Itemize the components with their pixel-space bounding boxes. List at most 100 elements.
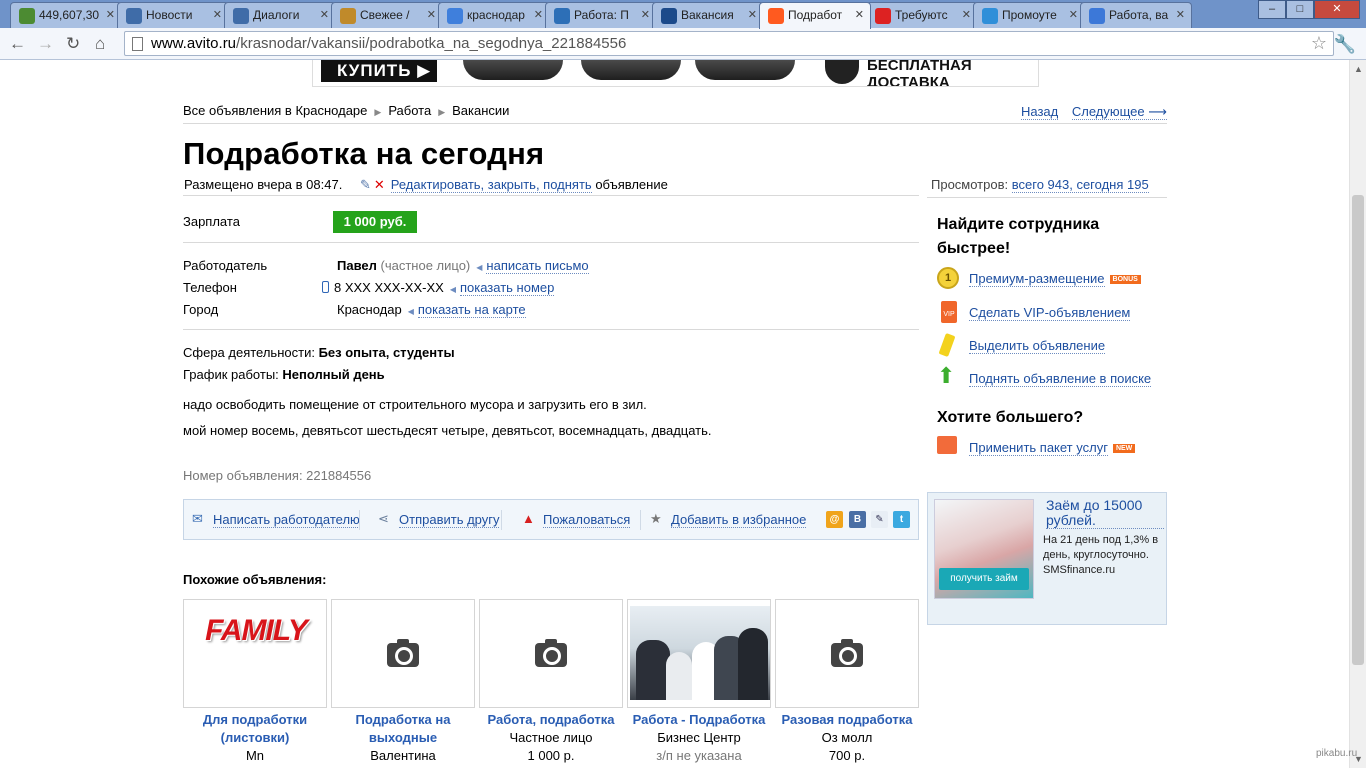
tab-favicon-icon bbox=[340, 8, 356, 24]
url-path: /krasnodar/vakansii/podrabotka_na_segodn… bbox=[236, 35, 627, 52]
breadcrumb-item[interactable]: Вакансии bbox=[452, 103, 509, 118]
browser-tab[interactable]: 449,607,30 ✕ bbox=[10, 2, 122, 28]
premium-placement-item[interactable]: 1 Премиум-размещение BONUS bbox=[937, 267, 1141, 289]
scroll-up-icon[interactable]: ▲ bbox=[1354, 64, 1363, 74]
similar-card-title[interactable]: Подработка на bbox=[329, 711, 477, 729]
tab-favicon-icon bbox=[982, 8, 998, 24]
back-arrow-icon[interactable]: ← bbox=[9, 34, 26, 54]
address-bar[interactable]: www.avito.ru/krasnodar/vakansii/podrabot… bbox=[124, 31, 1334, 56]
package-link[interactable]: Применить пакет услуг bbox=[969, 440, 1108, 456]
breadcrumb-item[interactable]: Работа bbox=[388, 103, 431, 118]
tab-close-icon[interactable]: ✕ bbox=[1176, 8, 1185, 21]
bookmark-star-icon[interactable]: ☆ bbox=[1311, 33, 1327, 54]
raise-item[interactable]: ⬆ Поднять объявление в поиске bbox=[937, 365, 1152, 387]
vertical-scrollbar[interactable]: ▲ ▼ bbox=[1349, 60, 1366, 768]
highlight-link[interactable]: Выделить объявление bbox=[969, 338, 1106, 354]
home-icon[interactable]: ⌂ bbox=[95, 34, 105, 54]
employer-type: (частное лицо) bbox=[380, 258, 471, 273]
similar-card-image[interactable] bbox=[331, 599, 475, 708]
show-on-map-link[interactable]: показать на карте bbox=[417, 302, 526, 318]
browser-tab[interactable]: Работа, ва ✕ bbox=[1080, 2, 1192, 28]
similar-card-image[interactable] bbox=[775, 599, 919, 708]
loan-ad[interactable]: получить займ Заём до 15000 рублей. На 2… bbox=[927, 492, 1167, 625]
ad-number: Номер объявления: 221884556 bbox=[183, 468, 372, 483]
similar-card-title[interactable]: Работа - Подработка bbox=[625, 711, 773, 729]
browser-tab[interactable]: Свежее / ✕ bbox=[331, 2, 443, 28]
loan-ad-title[interactable]: Заём до 15000 рублей. bbox=[1046, 498, 1164, 529]
similar-card-title[interactable]: (листовки) bbox=[181, 729, 329, 747]
tab-close-icon[interactable]: ✕ bbox=[1069, 8, 1078, 21]
tab-close-icon[interactable]: ✕ bbox=[534, 8, 543, 21]
share-action[interactable]: ⋖ Отправить другу bbox=[378, 511, 500, 528]
tab-close-icon[interactable]: ✕ bbox=[427, 8, 436, 21]
livejournal-icon[interactable]: ✎ bbox=[871, 511, 888, 528]
star-icon: ★ bbox=[650, 511, 662, 526]
forward-arrow-icon[interactable]: → bbox=[37, 34, 54, 54]
tab-close-icon[interactable]: ✕ bbox=[213, 8, 222, 21]
similar-card-image[interactable] bbox=[479, 599, 623, 708]
highlight-item[interactable]: Выделить объявление bbox=[938, 332, 1106, 358]
favorite-action[interactable]: ★ Добавить в избранное bbox=[650, 511, 807, 528]
mailru-icon[interactable]: @ bbox=[826, 511, 843, 528]
similar-card-title[interactable]: Для подработки bbox=[181, 711, 329, 729]
shoe-image bbox=[581, 60, 681, 80]
maximize-button[interactable]: □ bbox=[1286, 0, 1314, 19]
tab-close-icon[interactable]: ✕ bbox=[962, 8, 971, 21]
up-arrow-icon: ⬆ bbox=[937, 363, 956, 388]
edit-link[interactable]: Редактировать, закрыть, поднять bbox=[390, 177, 592, 193]
complain-action[interactable]: ▲ Пожаловаться bbox=[522, 511, 631, 528]
browser-tab[interactable]: Новости ✕ bbox=[117, 2, 229, 28]
similar-card-title[interactable]: Разовая подработка bbox=[773, 711, 921, 729]
vip-link[interactable]: Сделать VIP-объявлением bbox=[969, 305, 1131, 321]
minimize-button[interactable]: – bbox=[1258, 0, 1286, 19]
browser-tab[interactable]: Диалоги ✕ bbox=[224, 2, 336, 28]
similar-card-title[interactable]: Работа, подработка bbox=[477, 711, 625, 729]
show-number-link[interactable]: показать номер bbox=[459, 280, 555, 296]
delete-cross-icon[interactable]: ✕ bbox=[374, 177, 385, 192]
buy-button[interactable]: КУПИТЬ ▶ bbox=[321, 60, 437, 82]
write-letter-link[interactable]: написать письмо bbox=[486, 258, 589, 274]
browser-tab[interactable]: Работа: П ✕ bbox=[545, 2, 657, 28]
back-link[interactable]: Назад bbox=[1021, 104, 1059, 120]
wrench-menu-icon[interactable]: 🔧 bbox=[1334, 34, 1356, 55]
breadcrumb-arrow-icon: ▶ bbox=[438, 107, 446, 117]
premium-link[interactable]: Премиум-размещение bbox=[969, 271, 1105, 287]
tab-close-icon[interactable]: ✕ bbox=[748, 8, 757, 21]
write-employer-link[interactable]: Написать работодателю bbox=[213, 512, 360, 528]
similar-card-title[interactable]: выходные bbox=[329, 729, 477, 747]
vip-item[interactable]: VIP Сделать VIP-объявлением bbox=[941, 301, 1131, 323]
browser-tab-active[interactable]: Подработ ✕ bbox=[759, 2, 871, 29]
breadcrumb-item[interactable]: Все объявления в Краснодаре bbox=[183, 103, 367, 118]
browser-tab[interactable]: Промоуте ✕ bbox=[973, 2, 1085, 28]
salary-badge: 1 000 руб. bbox=[333, 211, 417, 233]
favorite-link[interactable]: Добавить в избранное bbox=[671, 512, 807, 528]
top-banner-ad[interactable]: КУПИТЬ ▶ БЕСПЛАТНАЯ ДОСТАВКА bbox=[312, 60, 1039, 87]
close-window-button[interactable]: ✕ bbox=[1314, 0, 1360, 19]
pencil-icon[interactable]: ✎ bbox=[360, 177, 371, 192]
browser-tab[interactable]: Требуютс ✕ bbox=[866, 2, 978, 28]
complain-link[interactable]: Пожаловаться bbox=[543, 512, 631, 528]
reload-icon[interactable]: ↻ bbox=[66, 34, 80, 54]
twitter-icon[interactable]: t bbox=[893, 511, 910, 528]
tab-close-icon[interactable]: ✕ bbox=[855, 8, 864, 21]
similar-card-image[interactable]: FAMILY bbox=[183, 599, 327, 708]
raise-link[interactable]: Поднять объявление в поиске bbox=[969, 371, 1152, 387]
vk-icon[interactable]: B bbox=[849, 511, 866, 528]
scrollbar-thumb[interactable] bbox=[1352, 195, 1364, 665]
tab-favicon-icon bbox=[447, 8, 463, 24]
divider bbox=[501, 510, 502, 530]
tab-close-icon[interactable]: ✕ bbox=[320, 8, 329, 21]
next-link[interactable]: Следующее ⟶ bbox=[1071, 104, 1167, 120]
share-link[interactable]: Отправить другу bbox=[399, 512, 500, 528]
tab-close-icon[interactable]: ✕ bbox=[106, 8, 115, 21]
package-item[interactable]: Применить пакет услуг NEW bbox=[937, 436, 1136, 456]
browser-tab[interactable]: краснодар ✕ bbox=[438, 2, 550, 28]
salary-label: Зарплата bbox=[183, 214, 240, 229]
write-employer-action[interactable]: ✉ Написать работодателю bbox=[192, 511, 360, 528]
get-loan-button[interactable]: получить займ bbox=[939, 568, 1029, 590]
similar-card-subtitle: Частное лицо bbox=[509, 730, 593, 745]
tab-close-icon[interactable]: ✕ bbox=[641, 8, 650, 21]
browser-tab[interactable]: Вакансия ✕ bbox=[652, 2, 764, 28]
similar-card-image[interactable] bbox=[627, 599, 771, 708]
views-value[interactable]: всего 943, сегодня 195 bbox=[1011, 177, 1149, 193]
